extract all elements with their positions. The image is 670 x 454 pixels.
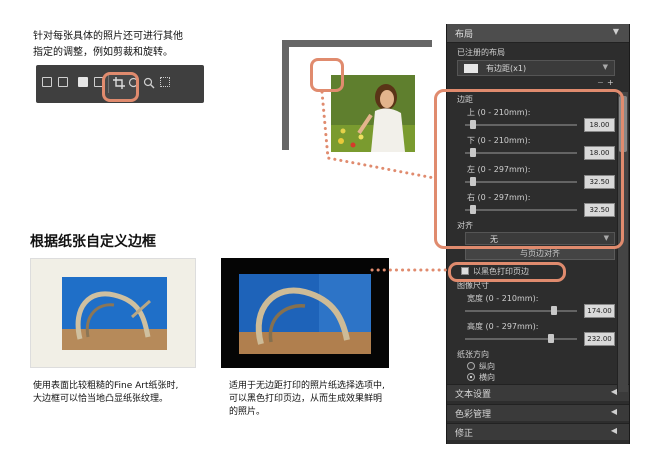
leader-lines: [320, 90, 450, 272]
leader-line-margins: [320, 90, 436, 180]
